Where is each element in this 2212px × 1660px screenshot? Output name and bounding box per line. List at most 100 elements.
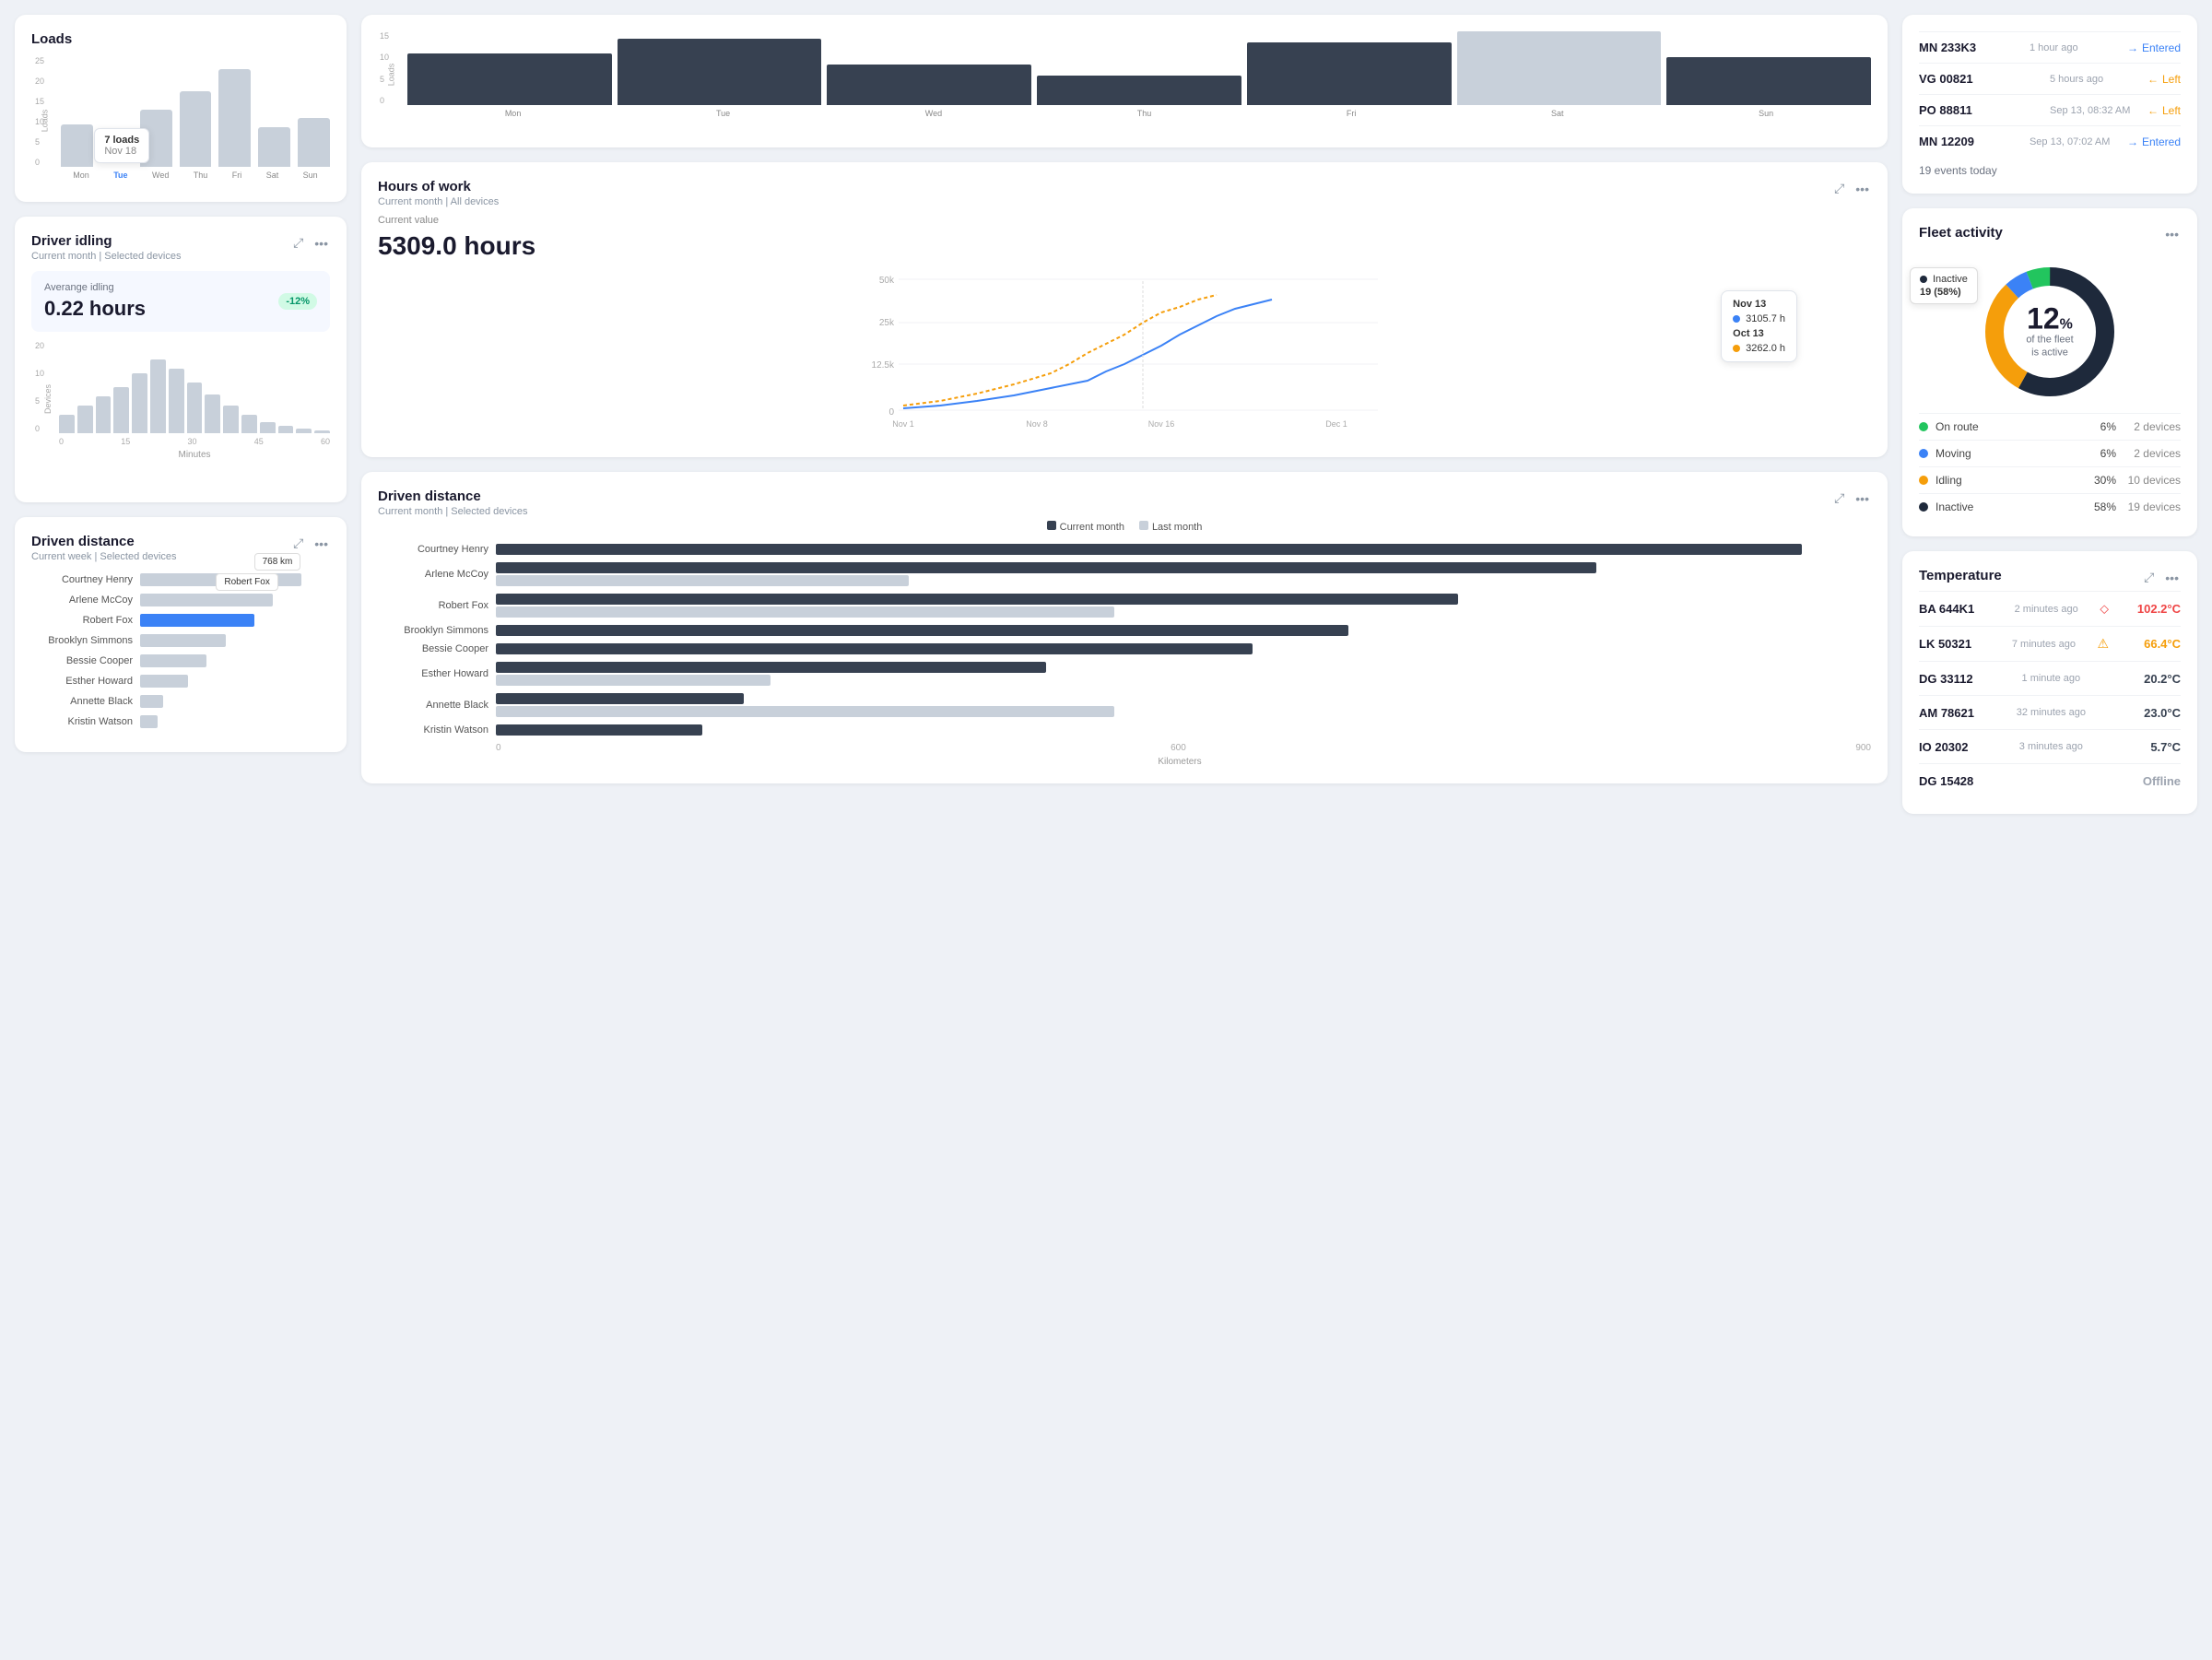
temp-val-dg33112: 20.2°C (2116, 672, 2181, 686)
hist-bar-5 (132, 373, 147, 433)
driven-middle-title: Driven distance (378, 489, 527, 504)
temp-more-btn[interactable]: ••• (2163, 569, 2181, 587)
bar-wed (140, 110, 172, 167)
driven-left-more-btn[interactable]: ••• (312, 535, 330, 553)
hbar-last-esther (496, 675, 771, 686)
bar-robert (140, 614, 254, 627)
hours-title-area: Hours of work Current month | All device… (378, 179, 499, 207)
bar-mon (61, 124, 93, 167)
hbar-wrap-courtney (496, 544, 1871, 555)
temp-val-lk50321: 66.4°C (2116, 637, 2181, 651)
top-loads-bars: 15 10 5 0 (407, 31, 1871, 105)
top-loads-card: Loads 15 10 5 0 (361, 15, 1888, 147)
loads-card-title-area: Loads (31, 31, 72, 47)
driven-bar-annette (140, 695, 330, 708)
idling-histogram: Devices 20 10 5 0 (31, 341, 330, 486)
hours-tooltip-dot2 (1733, 345, 1740, 352)
idling-title: Driver idling (31, 233, 181, 249)
driven-tooltip-km: 768 km (254, 553, 301, 571)
driven-row-arlene: Arlene McCoy Robert Fox (31, 594, 330, 606)
enter-arrow-icon: → (2127, 41, 2138, 54)
hist-bar-12 (260, 422, 276, 433)
hours-tooltip-date2: Oct 13 (1733, 328, 1785, 339)
hbar-current-courtney (496, 544, 1802, 555)
driven-row-robert: Robert Fox (31, 614, 330, 627)
driven-left-actions: ⤢ ••• (291, 534, 330, 553)
hours-line-chart: 50k 25k 12.5k 0 Nov 1 (378, 272, 1871, 438)
hist-bar-4 (113, 387, 129, 433)
middle-column: Loads 15 10 5 0 (361, 15, 1888, 1645)
legend-label-inactive: Inactive (1936, 500, 2083, 513)
events-total: 19 events today (1919, 164, 2181, 177)
driven-left-expand-btn[interactable]: ⤢ (291, 534, 305, 553)
driven-distance-left-card: Driven distance Current week | Selected … (15, 517, 347, 752)
temp-expand-btn[interactable]: ⤢ (2142, 568, 2156, 587)
event-time-mn12209: Sep 13, 07:02 AM (2030, 136, 2122, 147)
event-dir-po88811: ← Left (2147, 104, 2181, 117)
bar-esther (140, 675, 188, 688)
hbar-current-robert (496, 594, 1458, 605)
temp-row-ba644k1: BA 644K1 2 minutes ago ⬦ 102.2°C (1919, 591, 2181, 626)
driven-row-kristin: Kristin Watson (31, 715, 330, 728)
hours-current-label: Current value (378, 215, 1871, 226)
driven-bar-bessie (140, 654, 330, 667)
hist-bar-1 (59, 415, 75, 433)
event-dir-mn233k3: → Entered (2127, 41, 2181, 54)
driven-left-title-area: Driven distance Current week | Selected … (31, 534, 177, 562)
top-bar-1 (407, 53, 612, 105)
driven-bar-kristin (140, 715, 330, 728)
hist-bar-11 (241, 415, 257, 433)
hours-title: Hours of work (378, 179, 499, 194)
bar-sun (298, 118, 330, 167)
svg-text:25k: 25k (879, 318, 895, 328)
driven-name-bessie: Bessie Cooper (31, 655, 133, 666)
temp-id-lk50321: LK 50321 (1919, 637, 1990, 651)
hours-tooltip-line1: 3105.7 h (1733, 313, 1785, 324)
temp-val-io20302: 5.7°C (2116, 740, 2181, 754)
idling-avg-value: 0.22 hours (44, 297, 146, 321)
temp-time-lk50321: 7 minutes ago (1997, 639, 2089, 650)
top-loads-x-labels: Mon Tue Wed Thu Fri Sat Sun (407, 109, 1871, 118)
driven-middle-x-axis-label: Kilometers (378, 757, 1871, 767)
driven-name-annette: Annette Black (31, 696, 133, 707)
idling-card-header: Driver idling Current month | Selected d… (31, 233, 330, 262)
driven-middle-expand-btn[interactable]: ⤢ (1832, 489, 1846, 508)
fleet-donut-wrap: Inactive 19 (58%) (1919, 258, 2181, 406)
driven-middle-actions: ⤢ ••• (1832, 489, 1871, 508)
event-action-mn233k3: Entered (2142, 41, 2181, 54)
temp-time-ba644k1: 2 minutes ago (2000, 604, 2092, 615)
hours-more-btn[interactable]: ••• (1853, 180, 1871, 198)
bar-annette (140, 695, 163, 708)
idling-more-btn[interactable]: ••• (312, 234, 330, 253)
temp-title: Temperature (1919, 568, 2002, 583)
hours-of-work-card: Hours of work Current month | All device… (361, 162, 1888, 457)
driven-row-courtney: Courtney Henry 768 km (31, 573, 330, 586)
temp-id-dg15428: DG 15428 (1919, 774, 1997, 788)
fleet-more-btn[interactable]: ••• (2163, 225, 2181, 243)
temp-time-dg33112: 1 minute ago (2005, 673, 2097, 684)
hbar-row-arlene: Arlene McCoy (378, 562, 1871, 586)
driven-middle-more-btn[interactable]: ••• (1853, 489, 1871, 508)
event-id-mn233k3: MN 233K3 (1919, 41, 2024, 54)
right-column: MN 233K3 1 hour ago → Entered VG 00821 5… (1902, 15, 2197, 1645)
hbar-wrap-kristin (496, 724, 1871, 736)
legend-dot-inactive (1919, 502, 1928, 512)
svg-text:Nov 16: Nov 16 (1148, 419, 1175, 429)
legend-dot-moving (1919, 449, 1928, 458)
driven-middle-header: Driven distance Current month | Selected… (378, 489, 1871, 517)
driven-row-bessie: Bessie Cooper (31, 654, 330, 667)
hours-expand-btn[interactable]: ⤢ (1832, 179, 1846, 198)
idling-expand-btn[interactable]: ⤢ (291, 233, 305, 253)
top-bar-5 (1247, 42, 1452, 105)
idling-y-labels: 20 10 5 0 (35, 341, 44, 433)
bar-brooklyn (140, 634, 226, 647)
fleet-tooltip-content: Inactive (1920, 274, 1968, 285)
event-dir-mn12209: → Entered (2127, 135, 2181, 148)
temp-warn-icon: ⚠ (2097, 636, 2109, 652)
hist-bar-9 (205, 394, 220, 433)
driven-middle-legend: Current month Last month (378, 521, 1871, 533)
hours-actions: ⤢ ••• (1832, 179, 1871, 198)
hbar-last-robert (496, 606, 1114, 618)
idling-bars: 20 10 5 0 (59, 341, 330, 433)
hbar-name-annette-m: Annette Black (378, 700, 488, 711)
